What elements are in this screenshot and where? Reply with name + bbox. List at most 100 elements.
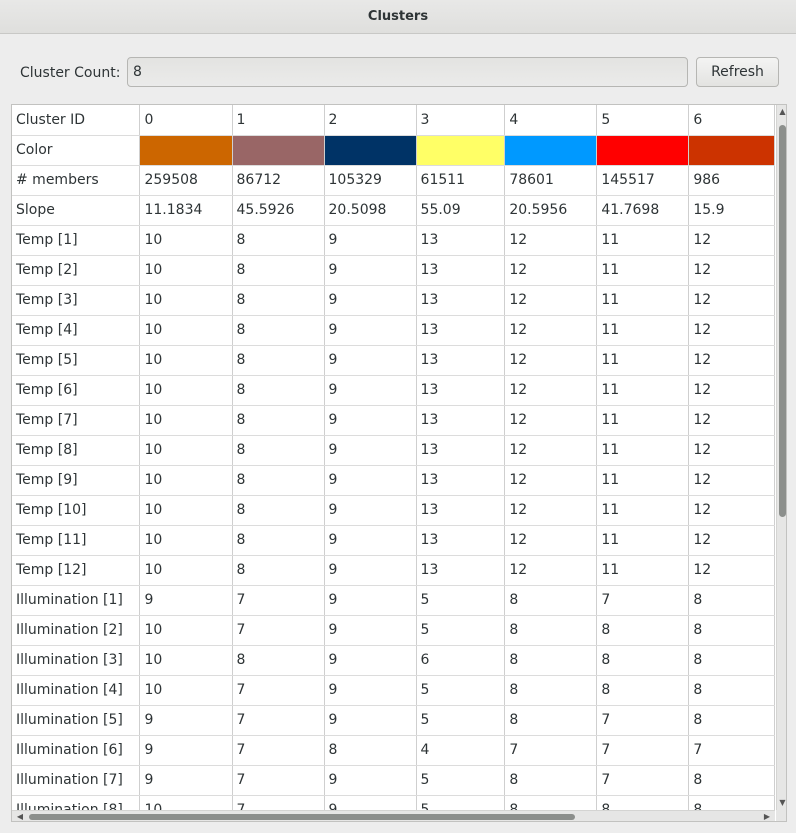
table-cell[interactable]: 8: [688, 645, 775, 676]
table-cell[interactable]: 10: [139, 495, 233, 526]
table-cell[interactable]: 9: [324, 465, 417, 496]
table-cell[interactable]: 8: [504, 675, 598, 706]
arrow-right-icon[interactable]: ▶: [761, 811, 773, 821]
table-cell[interactable]: 8: [688, 795, 775, 810]
table-cell[interactable]: 13: [416, 555, 506, 586]
table-cell[interactable]: 9: [324, 765, 417, 796]
table-cell[interactable]: 259508: [139, 165, 233, 196]
table-cell[interactable]: 9: [324, 345, 417, 376]
table-cell[interactable]: 11: [596, 225, 690, 256]
color-swatch-cell[interactable]: [139, 135, 233, 166]
table-cell[interactable]: 12: [504, 465, 598, 496]
table-cell[interactable]: 11.1834: [139, 195, 233, 226]
color-swatch[interactable]: [689, 135, 774, 164]
table-cell[interactable]: 7: [232, 615, 325, 646]
color-swatch[interactable]: [232, 135, 324, 164]
table-cell[interactable]: 8: [232, 435, 325, 466]
table-cell[interactable]: 9: [324, 315, 417, 346]
table-cell[interactable]: 15.9: [688, 195, 775, 226]
table-cell[interactable]: 8: [232, 255, 325, 286]
table-cell[interactable]: 20.5098: [324, 195, 417, 226]
color-swatch[interactable]: [140, 135, 231, 164]
clusters-table[interactable]: Cluster ID 0 1 2 3 4 5 6 Color # members 259508 867…: [11, 104, 787, 822]
table-cell[interactable]: 105329: [324, 165, 417, 196]
table-cell[interactable]: 13: [416, 495, 506, 526]
cluster-id-cell[interactable]: 4: [504, 105, 598, 136]
cluster-id-cell[interactable]: 2: [324, 105, 417, 136]
table-cell[interactable]: 10: [139, 255, 233, 286]
vertical-scrollbar[interactable]: ▲ ▼: [776, 105, 786, 810]
table-cell[interactable]: 7: [596, 765, 690, 796]
color-swatch[interactable]: [505, 135, 596, 164]
table-cell[interactable]: 41.7698: [596, 195, 690, 226]
cluster-id-cell[interactable]: 1: [232, 105, 325, 136]
color-swatch[interactable]: [416, 135, 504, 164]
table-cell[interactable]: 13: [416, 315, 506, 346]
table-cell[interactable]: 11: [596, 375, 690, 406]
table-cell[interactable]: 8: [596, 675, 690, 706]
table-cell[interactable]: 9: [139, 585, 233, 616]
table-cell[interactable]: 12: [688, 405, 775, 436]
table-cell[interactable]: 11: [596, 465, 690, 496]
table-cell[interactable]: 9: [324, 555, 417, 586]
table-cell[interactable]: 12: [688, 495, 775, 526]
table-cell[interactable]: 7: [232, 795, 325, 810]
table-cell[interactable]: 61511: [416, 165, 506, 196]
arrow-down-icon[interactable]: ▼: [777, 798, 786, 808]
table-cell[interactable]: 8: [504, 795, 598, 810]
table-cell[interactable]: 11: [596, 405, 690, 436]
table-cell[interactable]: 8: [232, 375, 325, 406]
table-cell[interactable]: 10: [139, 225, 233, 256]
table-cell[interactable]: 45.5926: [232, 195, 325, 226]
table-cell[interactable]: 9: [324, 435, 417, 466]
table-cell[interactable]: 9: [324, 255, 417, 286]
table-cell[interactable]: 10: [139, 285, 233, 316]
table-cell[interactable]: 8: [504, 645, 598, 676]
table-cell[interactable]: 12: [504, 555, 598, 586]
table-cell[interactable]: 13: [416, 225, 506, 256]
table-cell[interactable]: 13: [416, 465, 506, 496]
table-cell[interactable]: 8: [232, 645, 325, 676]
table-cell[interactable]: 7: [232, 675, 325, 706]
table-cell[interactable]: 8: [688, 705, 775, 736]
table-cell[interactable]: 7: [596, 585, 690, 616]
table-cell[interactable]: 12: [688, 255, 775, 286]
table-cell[interactable]: 11: [596, 345, 690, 376]
table-cell[interactable]: 8: [504, 765, 598, 796]
table-cell[interactable]: 13: [416, 255, 506, 286]
cluster-count-input[interactable]: [127, 57, 688, 87]
table-cell[interactable]: 9: [324, 525, 417, 556]
table-cell[interactable]: 7: [232, 765, 325, 796]
table-cell[interactable]: 8: [596, 795, 690, 810]
table-cell[interactable]: 12: [504, 285, 598, 316]
table-cell[interactable]: 12: [688, 315, 775, 346]
table-cell[interactable]: 13: [416, 405, 506, 436]
table-cell[interactable]: 12: [504, 405, 598, 436]
cluster-id-cell[interactable]: 5: [596, 105, 690, 136]
table-cell[interactable]: 8: [504, 705, 598, 736]
table-cell[interactable]: 12: [504, 225, 598, 256]
table-cell[interactable]: 9: [324, 375, 417, 406]
table-cell[interactable]: 9: [324, 705, 417, 736]
color-swatch-cell[interactable]: [324, 135, 417, 166]
table-cell[interactable]: 7: [596, 735, 690, 766]
table-cell[interactable]: 5: [416, 615, 506, 646]
table-cell[interactable]: 8: [504, 585, 598, 616]
color-swatch-cell[interactable]: [688, 135, 775, 166]
vertical-scroll-thumb[interactable]: [779, 125, 786, 517]
table-cell[interactable]: 12: [688, 345, 775, 376]
table-cell[interactable]: 13: [416, 525, 506, 556]
table-cell[interactable]: 11: [596, 555, 690, 586]
table-cell[interactable]: 9: [324, 405, 417, 436]
table-cell[interactable]: 11: [596, 285, 690, 316]
table-cell[interactable]: 12: [504, 375, 598, 406]
table-cell[interactable]: 10: [139, 555, 233, 586]
table-cell[interactable]: 13: [416, 285, 506, 316]
table-cell[interactable]: 8: [232, 405, 325, 436]
table-cell[interactable]: 8: [688, 675, 775, 706]
table-cell[interactable]: 12: [688, 435, 775, 466]
table-cell[interactable]: 10: [139, 315, 233, 346]
color-swatch-cell[interactable]: [504, 135, 598, 166]
table-cell[interactable]: 12: [504, 345, 598, 376]
table-cell[interactable]: 11: [596, 255, 690, 286]
